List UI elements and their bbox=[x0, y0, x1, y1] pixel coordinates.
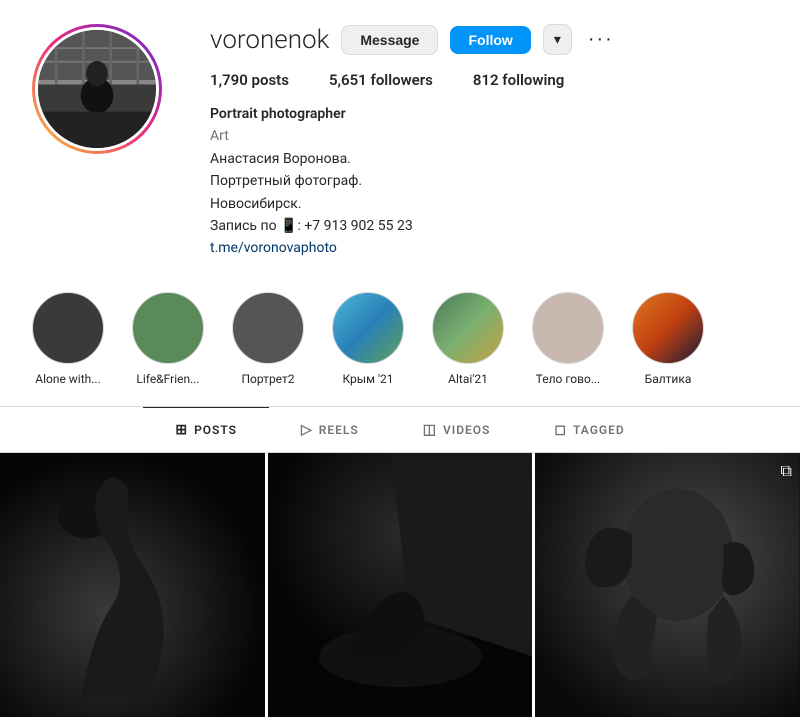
tab-tagged[interactable]: ◻ TAGGED bbox=[522, 407, 656, 452]
videos-tab-icon: ◫ bbox=[423, 422, 437, 438]
bio-name: Portrait photographer bbox=[210, 103, 768, 125]
story-label: Life&Frien... bbox=[136, 372, 199, 386]
story-circle bbox=[332, 292, 404, 364]
story-circle bbox=[232, 292, 304, 364]
story-circle bbox=[632, 292, 704, 364]
story-label: Altai'21 bbox=[448, 372, 488, 386]
profile-bio: Portrait photographer Art Анастасия Воро… bbox=[210, 103, 768, 260]
profile-header: voronenok Message Follow ▾ ··· 1,790 pos… bbox=[0, 0, 800, 276]
post-item[interactable] bbox=[268, 453, 533, 717]
posts-grid: ⧉ bbox=[0, 453, 800, 717]
post-item[interactable]: ⧉ bbox=[535, 453, 800, 717]
followers-count: 5,651 bbox=[329, 71, 367, 89]
story-item-0[interactable]: Alone with... bbox=[32, 292, 104, 386]
username: voronenok bbox=[210, 25, 329, 55]
posts-label: posts bbox=[252, 71, 289, 89]
story-item-1[interactable]: Life&Frien... bbox=[132, 292, 204, 386]
posts-tab-icon: ⊞ bbox=[175, 422, 188, 438]
story-item-6[interactable]: Балтика bbox=[632, 292, 704, 386]
more-options-button[interactable]: ··· bbox=[584, 28, 618, 51]
post-item[interactable] bbox=[0, 453, 265, 717]
posts-tab-label: POSTS bbox=[194, 423, 237, 437]
bio-line3: Новосибирск. bbox=[210, 193, 768, 215]
story-label: Alone with... bbox=[35, 372, 101, 386]
dropdown-button[interactable]: ▾ bbox=[543, 24, 572, 55]
bio-link[interactable]: t.me/voronovaphoto bbox=[210, 240, 337, 256]
tab-videos[interactable]: ◫ VIDEOS bbox=[391, 407, 523, 452]
message-button[interactable]: Message bbox=[341, 25, 438, 55]
following-count: 812 bbox=[473, 71, 499, 89]
reels-tab-icon: ▷ bbox=[301, 422, 313, 438]
following-stat[interactable]: 812 following bbox=[473, 71, 564, 89]
tabs-section: ⊞ POSTS ▷ REELS ◫ VIDEOS ◻ TAGGED bbox=[0, 407, 800, 453]
bio-line4: Запись по 📱: +7 913 902 55 23 bbox=[210, 215, 768, 237]
followers-stat[interactable]: 5,651 followers bbox=[329, 71, 433, 89]
profile-info: voronenok Message Follow ▾ ··· 1,790 pos… bbox=[210, 24, 768, 260]
reels-tab-label: REELS bbox=[319, 423, 359, 437]
bio-line2: Портретный фотограф. bbox=[210, 170, 768, 192]
profile-top-row: voronenok Message Follow ▾ ··· bbox=[210, 24, 768, 55]
story-label: Балтика bbox=[645, 372, 692, 386]
story-item-4[interactable]: Altai'21 bbox=[432, 292, 504, 386]
story-circle bbox=[132, 292, 204, 364]
bio-category: Art bbox=[210, 125, 768, 147]
tagged-tab-icon: ◻ bbox=[554, 422, 567, 438]
bio-line1: Анастасия Воронова. bbox=[210, 148, 768, 170]
posts-count: 1,790 bbox=[210, 71, 248, 89]
story-circle bbox=[32, 292, 104, 364]
story-circle bbox=[432, 292, 504, 364]
following-label: following bbox=[502, 71, 564, 89]
story-item-3[interactable]: Крым '21 bbox=[332, 292, 404, 386]
avatar bbox=[35, 27, 159, 151]
story-circle bbox=[532, 292, 604, 364]
videos-tab-label: VIDEOS bbox=[443, 423, 490, 437]
tagged-tab-label: TAGGED bbox=[573, 423, 625, 437]
stories-section: Alone with... Life&Frien... Портрет2 Крым '… bbox=[0, 276, 800, 407]
story-label: Крым '21 bbox=[342, 372, 393, 386]
followers-label: followers bbox=[370, 71, 432, 89]
tab-reels[interactable]: ▷ REELS bbox=[269, 407, 391, 452]
multi-post-icon: ⧉ bbox=[781, 461, 792, 481]
follow-button[interactable]: Follow bbox=[450, 26, 530, 54]
story-label: Портрет2 bbox=[242, 372, 295, 386]
story-item-5[interactable]: Тело гово... bbox=[532, 292, 604, 386]
story-item-2[interactable]: Портрет2 bbox=[232, 292, 304, 386]
story-label: Тело гово... bbox=[536, 372, 601, 386]
profile-stats: 1,790 posts 5,651 followers 812 followin… bbox=[210, 71, 768, 89]
tab-posts[interactable]: ⊞ POSTS bbox=[143, 407, 269, 452]
chevron-down-icon: ▾ bbox=[554, 31, 561, 48]
avatar-ring bbox=[32, 24, 162, 154]
posts-stat[interactable]: 1,790 posts bbox=[210, 71, 289, 89]
